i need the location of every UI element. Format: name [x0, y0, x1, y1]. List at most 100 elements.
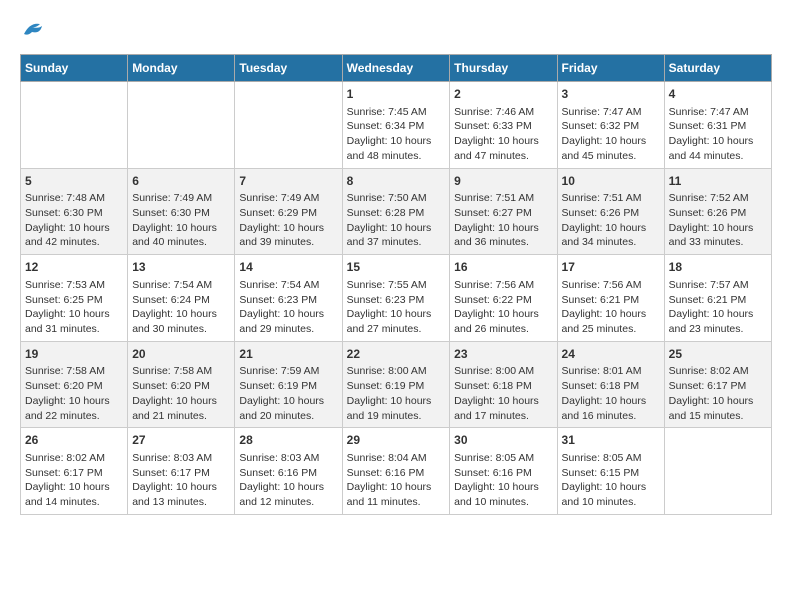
- calendar-cell: [21, 82, 128, 169]
- sunset-text: Sunset: 6:18 PM: [562, 380, 640, 392]
- daylight-text: Daylight: 10 hours and 13 minutes.: [132, 481, 217, 508]
- sunrise-text: Sunrise: 7:52 AM: [669, 192, 749, 204]
- calendar-cell: 9 Sunrise: 7:51 AM Sunset: 6:27 PM Daylight…: [450, 168, 557, 255]
- week-row-2: 5Sunrise: 7:48 AMSunset: 6:30 PMDaylight…: [21, 168, 772, 255]
- sunrise-text: Sunrise: 8:04 AM: [347, 452, 427, 464]
- calendar-cell: 8Sunrise: 7:50 AMSunset: 6:28 PMDaylight…: [342, 168, 450, 255]
- logo-bird-icon: [22, 20, 44, 43]
- sunset-text: Sunset: 6:29 PM: [239, 207, 317, 219]
- day-number: 18: [669, 259, 767, 276]
- weekday-header-thursday: Thursday: [450, 55, 557, 82]
- day-number: 31: [562, 432, 660, 449]
- calendar-cell: 30Sunrise: 8:05 AMSunset: 6:16 PMDayligh…: [450, 428, 557, 515]
- day-number: 21: [239, 346, 337, 363]
- calendar-cell: 10Sunrise: 7:51 AMSunset: 6:26 PMDayligh…: [557, 168, 664, 255]
- daylight-text: Daylight: 10 hours and 15 minutes.: [669, 395, 754, 422]
- calendar-cell: 24Sunrise: 8:01 AMSunset: 6:18 PMDayligh…: [557, 341, 664, 428]
- sunrise-text: Sunrise: 8:03 AM: [239, 452, 319, 464]
- calendar-cell: 2Sunrise: 7:46 AMSunset: 6:33 PMDaylight…: [450, 82, 557, 169]
- sunset-text: Sunset: 6:23 PM: [347, 294, 425, 306]
- calendar-cell: 11Sunrise: 7:52 AMSunset: 6:26 PMDayligh…: [664, 168, 771, 255]
- sunrise-text: Sunrise: 7:51 AM: [454, 192, 534, 204]
- sunrise-text: Sunrise: 7:51 AM: [562, 192, 642, 204]
- weekday-header-friday: Friday: [557, 55, 664, 82]
- sunset-text: Sunset: 6:27 PM: [454, 207, 532, 219]
- day-number: 30: [454, 432, 552, 449]
- day-number: 20: [132, 346, 230, 363]
- sunset-text: Sunset: 6:16 PM: [239, 467, 317, 479]
- sunrise-text: Sunrise: 8:05 AM: [562, 452, 642, 464]
- calendar-cell: 29Sunrise: 8:04 AMSunset: 6:16 PMDayligh…: [342, 428, 450, 515]
- day-number: 1: [347, 86, 446, 103]
- sunrise-text: Sunrise: 7:55 AM: [347, 279, 427, 291]
- sunrise-text: Sunrise: 7:58 AM: [132, 365, 212, 377]
- daylight-text: Daylight: 10 hours and 16 minutes.: [562, 395, 647, 422]
- sunset-text: Sunset: 6:15 PM: [562, 467, 640, 479]
- daylight-text: Daylight: 10 hours and 36 minutes.: [454, 222, 539, 249]
- calendar-cell: 3Sunrise: 7:47 AMSunset: 6:32 PMDaylight…: [557, 82, 664, 169]
- daylight-text: Daylight: 10 hours and 11 minutes.: [347, 481, 432, 508]
- calendar-table: SundayMondayTuesdayWednesdayThursdayFrid…: [20, 54, 772, 515]
- sunset-text: Sunset: 6:32 PM: [562, 120, 640, 132]
- calendar-cell: 17Sunrise: 7:56 AMSunset: 6:21 PMDayligh…: [557, 255, 664, 342]
- sunrise-text: Sunrise: 8:05 AM: [454, 452, 534, 464]
- day-number: 2: [454, 86, 552, 103]
- day-number: 19: [25, 346, 123, 363]
- sunset-text: Sunset: 6:16 PM: [454, 467, 532, 479]
- sunset-text: Sunset: 6:30 PM: [25, 207, 103, 219]
- sunrise-text: Sunrise: 7:46 AM: [454, 106, 534, 118]
- daylight-text: Daylight: 10 hours and 33 minutes.: [669, 222, 754, 249]
- day-number: 13: [132, 259, 230, 276]
- day-number: 9: [454, 173, 552, 190]
- sunrise-text: Sunrise: 8:00 AM: [347, 365, 427, 377]
- calendar-cell: 28Sunrise: 8:03 AMSunset: 6:16 PMDayligh…: [235, 428, 342, 515]
- sunset-text: Sunset: 6:17 PM: [132, 467, 210, 479]
- day-number: 27: [132, 432, 230, 449]
- weekday-header-wednesday: Wednesday: [342, 55, 450, 82]
- sunset-text: Sunset: 6:18 PM: [454, 380, 532, 392]
- daylight-text: Daylight: 10 hours and 23 minutes.: [669, 308, 754, 335]
- day-number: 25: [669, 346, 767, 363]
- weekday-header-sunday: Sunday: [21, 55, 128, 82]
- sunset-text: Sunset: 6:28 PM: [347, 207, 425, 219]
- daylight-text: Daylight: 10 hours and 29 minutes.: [239, 308, 324, 335]
- calendar-cell: 20Sunrise: 7:58 AMSunset: 6:20 PMDayligh…: [128, 341, 235, 428]
- calendar-cell: 5Sunrise: 7:48 AMSunset: 6:30 PMDaylight…: [21, 168, 128, 255]
- day-number: 26: [25, 432, 123, 449]
- day-number: 10: [562, 173, 660, 190]
- sunset-text: Sunset: 6:30 PM: [132, 207, 210, 219]
- sunrise-text: Sunrise: 7:54 AM: [239, 279, 319, 291]
- daylight-text: Daylight: 10 hours and 10 minutes.: [562, 481, 647, 508]
- calendar-cell: 26Sunrise: 8:02 AMSunset: 6:17 PMDayligh…: [21, 428, 128, 515]
- daylight-text: Daylight: 10 hours and 27 minutes.: [347, 308, 432, 335]
- day-number: 12: [25, 259, 123, 276]
- calendar-cell: 12Sunrise: 7:53 AMSunset: 6:25 PMDayligh…: [21, 255, 128, 342]
- sunset-text: Sunset: 6:31 PM: [669, 120, 747, 132]
- calendar-cell: 7Sunrise: 7:49 AMSunset: 6:29 PMDaylight…: [235, 168, 342, 255]
- week-row-5: 26Sunrise: 8:02 AMSunset: 6:17 PMDayligh…: [21, 428, 772, 515]
- sunset-text: Sunset: 6:26 PM: [669, 207, 747, 219]
- sunset-text: Sunset: 6:19 PM: [347, 380, 425, 392]
- sunset-text: Sunset: 6:34 PM: [347, 120, 425, 132]
- weekday-header-row: SundayMondayTuesdayWednesdayThursdayFrid…: [21, 55, 772, 82]
- sunset-text: Sunset: 6:26 PM: [562, 207, 640, 219]
- sunrise-text: Sunrise: 7:53 AM: [25, 279, 105, 291]
- day-number: 6: [132, 173, 230, 190]
- daylight-text: Daylight: 10 hours and 40 minutes.: [132, 222, 217, 249]
- sunset-text: Sunset: 6:23 PM: [239, 294, 317, 306]
- day-number: 23: [454, 346, 552, 363]
- calendar-cell: 22Sunrise: 8:00 AMSunset: 6:19 PMDayligh…: [342, 341, 450, 428]
- sunset-text: Sunset: 6:20 PM: [25, 380, 103, 392]
- calendar-cell: 1Sunrise: 7:45 AMSunset: 6:34 PMDaylight…: [342, 82, 450, 169]
- daylight-text: Daylight: 10 hours and 39 minutes.: [239, 222, 324, 249]
- day-number: 14: [239, 259, 337, 276]
- calendar-cell: 19Sunrise: 7:58 AMSunset: 6:20 PMDayligh…: [21, 341, 128, 428]
- sunrise-text: Sunrise: 7:59 AM: [239, 365, 319, 377]
- calendar-cell: 6Sunrise: 7:49 AMSunset: 6:30 PMDaylight…: [128, 168, 235, 255]
- calendar-cell: [235, 82, 342, 169]
- calendar-cell: 21Sunrise: 7:59 AMSunset: 6:19 PMDayligh…: [235, 341, 342, 428]
- calendar-cell: 23Sunrise: 8:00 AMSunset: 6:18 PMDayligh…: [450, 341, 557, 428]
- calendar-cell: 4Sunrise: 7:47 AMSunset: 6:31 PMDaylight…: [664, 82, 771, 169]
- calendar-cell: 15Sunrise: 7:55 AMSunset: 6:23 PMDayligh…: [342, 255, 450, 342]
- sunrise-text: Sunrise: 7:47 AM: [669, 106, 749, 118]
